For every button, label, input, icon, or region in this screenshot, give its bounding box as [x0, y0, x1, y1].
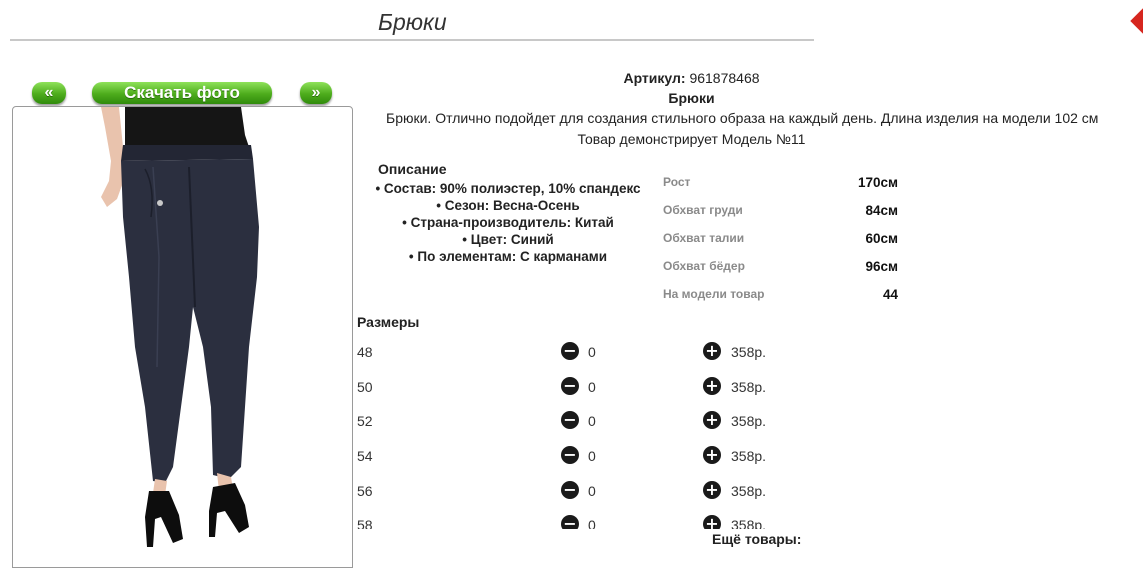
plus-circle-icon[interactable]: +: [703, 515, 721, 529]
minus-circle-icon[interactable]: −: [561, 515, 579, 529]
minus-circle-icon[interactable]: −: [561, 342, 579, 360]
detail-item: Сезон: Весна-Осень: [358, 197, 658, 214]
details-heading: Описание: [378, 161, 447, 177]
minus-circle-icon[interactable]: −: [561, 481, 579, 499]
size-row: 48 − 0 + 358р.: [357, 342, 797, 364]
size-row: 50 − 0 + 358р.: [357, 377, 797, 399]
plus-circle-icon[interactable]: +: [703, 342, 721, 360]
more-products-heading: Ещё товары:: [712, 531, 802, 547]
measurement-row: Обхват бёдер 96см: [663, 256, 898, 284]
detail-item: Цвет: Синий: [358, 231, 658, 248]
quantity-value: 0: [588, 517, 596, 529]
model-measurements: Рост 170см Обхват груди 84см Обхват тали…: [663, 172, 898, 312]
title-divider: [10, 39, 814, 41]
model-note: Товар демонстрирует Модель №11: [577, 131, 806, 147]
plus-circle-icon[interactable]: +: [703, 377, 721, 395]
measurement-row: Рост 170см: [663, 172, 898, 200]
measurement-label: Обхват бёдер: [663, 259, 745, 273]
size-label: 56: [357, 483, 373, 499]
minus-circle-icon[interactable]: −: [561, 377, 579, 395]
plus-circle-icon[interactable]: +: [703, 411, 721, 429]
size-label: 54: [357, 448, 373, 464]
size-row: 58 − 0 + 358р.: [357, 515, 797, 529]
measurement-label: Обхват талии: [663, 231, 745, 245]
measurement-label: На модели товар: [663, 287, 765, 301]
measurement-row: Обхват груди 84см: [663, 200, 898, 228]
details-list: Состав: 90% полиэстер, 10% спандекс Сезо…: [358, 180, 658, 265]
product-photo[interactable]: [12, 106, 353, 568]
size-price: 358р.: [731, 379, 767, 395]
size-row: 56 − 0 + 358р.: [357, 481, 797, 503]
measurement-value: 170см: [857, 175, 898, 190]
detail-item: Страна-производитель: Китай: [358, 214, 658, 231]
product-description: Брюки. Отлично подойдет для создания сти…: [386, 110, 1099, 126]
sizes-heading: Размеры: [357, 314, 420, 330]
plus-circle-icon[interactable]: +: [703, 446, 721, 464]
corner-decoration: [1130, 8, 1143, 34]
measurement-value: 44: [882, 287, 898, 302]
minus-circle-icon[interactable]: −: [561, 446, 579, 464]
size-price: 358р.: [731, 483, 767, 499]
article-line: Артикул: 961878468: [0, 70, 1143, 86]
measurement-value: 60см: [865, 231, 898, 246]
plus-circle-icon[interactable]: +: [703, 481, 721, 499]
size-price: 358р.: [731, 413, 767, 429]
size-price: 358р.: [731, 517, 767, 529]
size-label: 48: [357, 344, 373, 360]
quantity-value: 0: [588, 379, 596, 395]
measurement-value: 96см: [865, 259, 898, 274]
measurement-row: На модели товар 44: [663, 284, 898, 312]
size-row: 54 − 0 + 358р.: [357, 446, 797, 468]
size-label: 58: [357, 517, 373, 529]
size-label: 52: [357, 413, 373, 429]
quantity-value: 0: [588, 344, 596, 360]
measurement-label: Обхват груди: [663, 203, 743, 217]
detail-item: Состав: 90% полиэстер, 10% спандекс: [358, 180, 658, 197]
quantity-value: 0: [588, 448, 596, 464]
size-label: 50: [357, 379, 373, 395]
detail-item: По элементам: С карманами: [358, 248, 658, 265]
minus-circle-icon[interactable]: −: [561, 411, 579, 429]
size-row: 52 − 0 + 358р.: [357, 411, 797, 433]
article-value: 961878468: [689, 70, 760, 86]
quantity-value: 0: [588, 483, 596, 499]
product-name: Брюки: [668, 90, 715, 106]
measurement-label: Рост: [663, 175, 691, 189]
size-price: 358р.: [731, 344, 767, 360]
measurement-value: 84см: [865, 203, 898, 218]
pants-illustration: [101, 107, 259, 547]
quantity-value: 0: [588, 413, 596, 429]
measurement-row: Обхват талии 60см: [663, 228, 898, 256]
article-label: Артикул:: [623, 70, 686, 86]
size-price: 358р.: [731, 448, 767, 464]
page-title: Брюки: [378, 9, 447, 35]
